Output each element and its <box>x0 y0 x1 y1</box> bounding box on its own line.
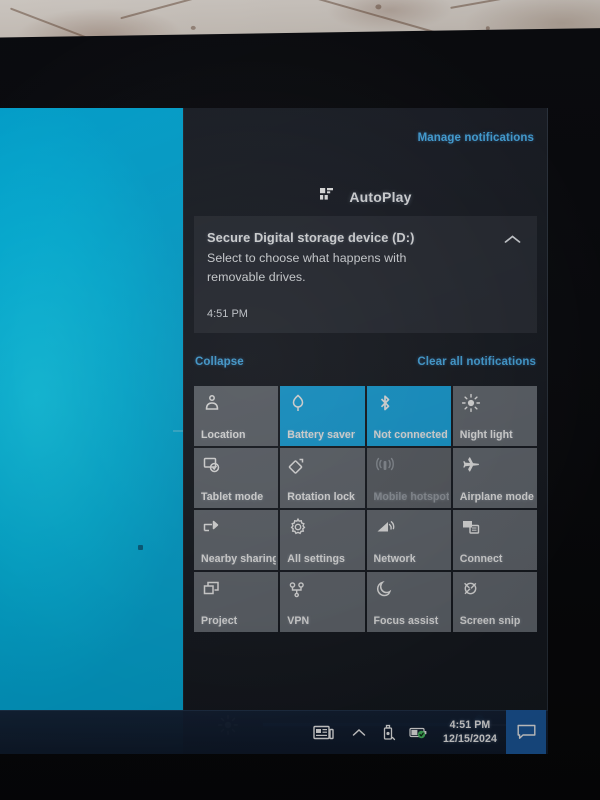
battery-icon[interactable] <box>404 710 434 754</box>
notification-timestamp: 4:51 PM <box>207 308 248 320</box>
quick-action-label: Network <box>373 553 416 565</box>
airplane-mode-icon <box>461 455 481 475</box>
quick-action-label: Location <box>201 429 246 441</box>
quick-action-all-settings[interactable]: All settings <box>280 510 365 570</box>
notification-card[interactable]: Secure Digital storage device (D:) Selec… <box>194 216 537 333</box>
vpn-icon <box>288 579 308 599</box>
quick-action-label: VPN <box>287 615 310 627</box>
quick-action-label: Airplane mode <box>459 491 534 503</box>
quick-action-focus-assist[interactable]: Focus assist <box>366 572 451 632</box>
manage-notifications-link[interactable]: Manage notifications <box>418 132 534 144</box>
quick-action-label: Nearby sharing <box>201 553 277 565</box>
clear-all-notifications-link[interactable]: Clear all notifications <box>417 356 536 368</box>
quick-actions-grid: Location Battery saver Not connected Nig… <box>194 386 537 632</box>
quick-action-screen-snip[interactable]: Screen snip <box>452 572 537 632</box>
quick-action-label: Rotation lock <box>287 491 355 503</box>
action-center-icon[interactable] <box>506 710 546 754</box>
tablet-mode-icon <box>202 455 222 475</box>
taskbar-clock[interactable]: 4:51 PM 12/15/2024 <box>434 710 506 754</box>
quick-action-battery-saver[interactable]: Battery saver <box>280 386 365 446</box>
quick-action-mobile-hotspot[interactable]: Mobile hotspot <box>366 448 451 508</box>
notification-group-header: AutoPlay <box>183 186 548 207</box>
quick-action-label: Mobile hotspot <box>373 491 449 503</box>
desktop-wallpaper[interactable] <box>0 108 183 754</box>
autoplay-icon <box>319 186 335 207</box>
notification-title: Secure Digital storage device (D:) <box>207 230 415 245</box>
show-hidden-icons-chevron[interactable] <box>344 710 374 754</box>
connect-icon <box>461 517 481 537</box>
laptop-screen: Manage notifications AutoPlay Secure Dig… <box>0 108 548 754</box>
gear-icon <box>288 517 308 537</box>
quick-action-label: Night light <box>459 429 513 441</box>
quick-action-location[interactable]: Location <box>194 386 279 446</box>
clock-date: 12/15/2024 <box>442 733 497 745</box>
action-center-panel: Manage notifications AutoPlay Secure Dig… <box>183 108 548 754</box>
quick-action-rotation-lock[interactable]: Rotation lock <box>280 448 365 508</box>
quick-action-airplane-mode[interactable]: Airplane mode <box>452 448 537 508</box>
quick-action-label: Battery saver <box>287 429 356 441</box>
safely-remove-hardware-icon[interactable] <box>374 710 404 754</box>
taskbar: 4:51 PM 12/15/2024 <box>0 710 548 754</box>
nearby-sharing-icon <box>202 517 222 537</box>
laptop-photo: Manage notifications AutoPlay Secure Dig… <box>0 0 600 800</box>
quick-action-tablet-mode[interactable]: Tablet mode <box>194 448 279 508</box>
manage-notifications-row: Manage notifications <box>418 128 534 146</box>
news-and-interests-icon[interactable] <box>304 710 344 754</box>
quick-action-label: Focus assist <box>373 615 439 627</box>
quick-action-bluetooth[interactable]: Not connected <box>366 386 451 446</box>
notification-body: Select to choose what happens with remov… <box>207 251 407 284</box>
quick-action-label: Tablet mode <box>201 491 264 503</box>
screen-snip-icon <box>461 579 481 599</box>
quick-action-connect[interactable]: Connect <box>452 510 537 570</box>
quick-action-vpn[interactable]: VPN <box>280 572 365 632</box>
quick-action-nearby-sharing[interactable]: Nearby sharing <box>194 510 279 570</box>
system-tray: 4:51 PM 12/15/2024 <box>304 710 548 754</box>
clock-time: 4:51 PM <box>449 719 491 731</box>
quick-action-night-light[interactable]: Night light <box>452 386 537 446</box>
quick-action-label: Connect <box>459 553 503 565</box>
quick-action-label: Screen snip <box>459 615 521 627</box>
notification-group-title: AutoPlay <box>349 188 412 205</box>
rotation-lock-icon <box>288 455 308 475</box>
mouse-cursor <box>138 545 143 550</box>
network-icon <box>375 517 395 537</box>
collapse-link[interactable]: Collapse <box>195 356 244 368</box>
location-icon <box>202 393 222 413</box>
mobile-hotspot-icon <box>375 455 395 475</box>
quick-action-label: All settings <box>287 553 345 565</box>
battery-saver-icon <box>288 393 308 413</box>
project-icon <box>202 579 222 599</box>
moon-icon <box>375 579 395 599</box>
notification-actions-row: Collapse Clear all notifications <box>183 356 548 368</box>
bluetooth-icon <box>375 393 395 413</box>
quick-action-label: Not connected <box>373 429 448 441</box>
quick-action-project[interactable]: Project <box>194 572 279 632</box>
panel-right-edge <box>547 108 548 754</box>
chevron-up-icon[interactable] <box>495 224 529 254</box>
quick-action-network[interactable]: Network <box>366 510 451 570</box>
night-light-icon <box>461 393 481 413</box>
quick-action-label: Project <box>201 615 238 627</box>
